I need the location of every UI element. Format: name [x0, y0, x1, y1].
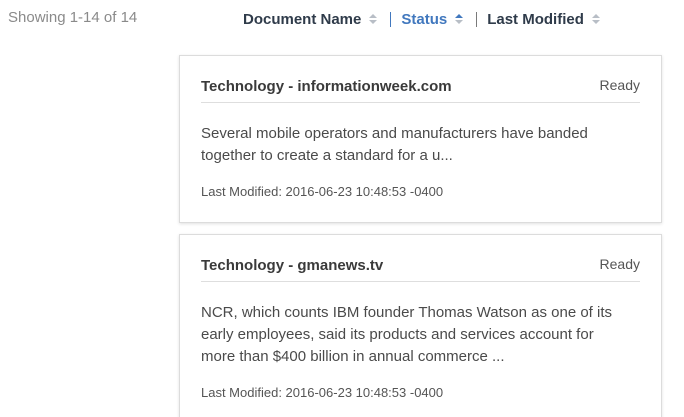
sort-status-label: Status: [401, 10, 448, 28]
document-snippet: NCR, which counts IBM founder Thomas Wat…: [201, 304, 613, 365]
sort-arrows-icon: [369, 12, 378, 26]
sort-arrows-icon: [455, 12, 464, 26]
sort-last-modified[interactable]: Last Modified: [487, 11, 601, 28]
last-modified-text: Last Modified: 2016-06-23 10:48:53 -0400: [201, 184, 444, 199]
document-title[interactable]: Technology - informationweek.com: [201, 78, 452, 95]
last-modified-text: Last Modified: 2016-06-23 10:48:53 -0400: [201, 385, 444, 400]
results-count: Showing 1-14 of 14: [8, 9, 138, 26]
divider: [476, 11, 478, 27]
document-title[interactable]: Technology - gmanews.tv: [201, 257, 383, 274]
sort-last-modified-label: Last Modified: [487, 10, 584, 28]
divider: [390, 11, 392, 27]
document-snippet: Several mobile operators and manufacture…: [201, 125, 588, 164]
sort-bar: Document Name Status Last Modified: [243, 10, 601, 28]
sort-status[interactable]: Status: [401, 11, 464, 28]
status-badge: Ready: [599, 256, 640, 272]
sort-arrows-icon: [591, 12, 601, 26]
document-card[interactable]: Technology - gmanews.tv Ready NCR, which…: [179, 234, 662, 417]
sort-document-name[interactable]: Document Name: [243, 11, 378, 28]
status-badge: Ready: [599, 77, 640, 93]
document-card[interactable]: Technology - informationweek.com Ready S…: [179, 55, 662, 223]
document-card-header: Technology - gmanews.tv Ready: [201, 235, 640, 282]
document-list-page: Showing 1-14 of 14 Document Name Status …: [0, 0, 684, 417]
document-card-header: Technology - informationweek.com Ready: [201, 56, 640, 103]
sort-document-name-label: Document Name: [243, 10, 362, 28]
